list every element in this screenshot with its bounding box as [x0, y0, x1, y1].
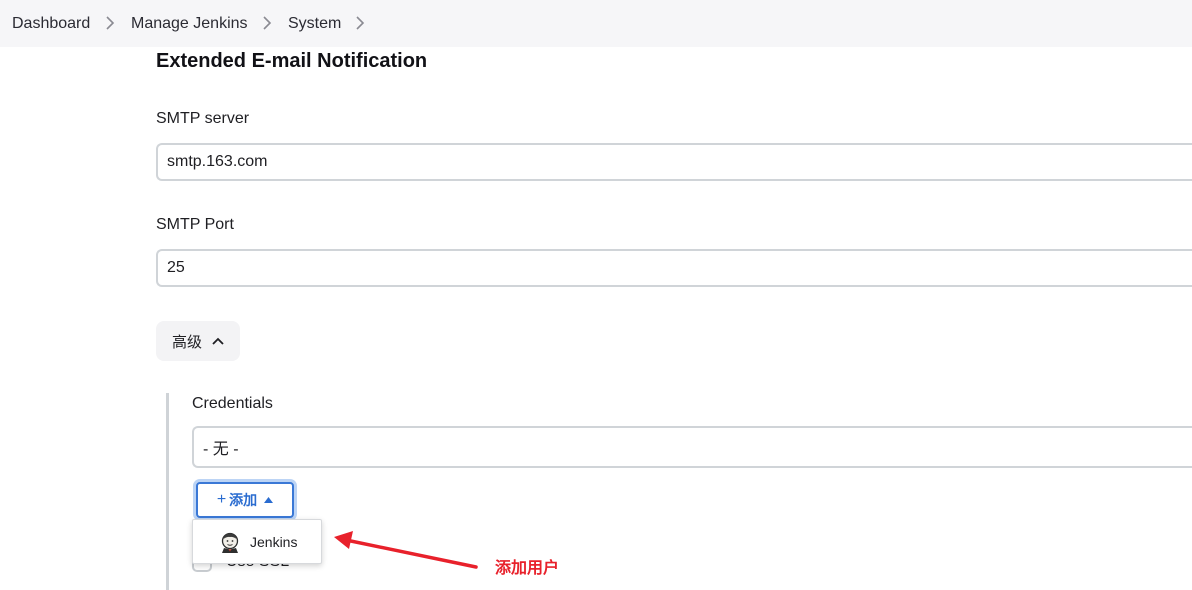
smtp-port-label: SMTP Port — [156, 216, 234, 233]
credentials-select[interactable]: - 无 - — [192, 426, 1192, 468]
credentials-value: - 无 - — [203, 441, 239, 458]
smtp-server-label: SMTP server — [156, 110, 250, 127]
advanced-button[interactable]: 高级 — [156, 321, 240, 361]
smtp-server-input[interactable]: smtp.163.com — [156, 143, 1192, 181]
smtp-port-input[interactable]: 25 — [156, 249, 1192, 287]
add-button-label: 添加 — [229, 492, 258, 508]
breadcrumb-system[interactable]: System — [288, 15, 341, 33]
section-title: Extended E-mail Notification — [156, 50, 428, 72]
caret-up-icon — [264, 497, 274, 503]
jenkins-butler-icon — [221, 532, 239, 553]
chevron-up-icon — [212, 337, 224, 345]
plus-icon: + — [216, 491, 227, 508]
add-credentials-button[interactable]: + 添加 — [196, 482, 294, 518]
smtp-port-value: 25 — [167, 259, 185, 276]
breadcrumb-dashboard[interactable]: Dashboard — [12, 15, 90, 33]
credentials-label: Credentials — [192, 395, 273, 412]
smtp-server-value: smtp.163.com — [167, 153, 268, 170]
annotation-text: 添加用户 — [495, 560, 560, 577]
dropdown-item-jenkins[interactable]: Jenkins — [250, 534, 297, 550]
chevron-right-icon — [263, 16, 272, 30]
add-credentials-dropdown: Jenkins — [192, 519, 322, 564]
chevron-right-icon[interactable] — [350, 13, 370, 33]
annotation-arrow-icon — [334, 531, 478, 569]
advanced-button-label: 高级 — [171, 333, 202, 351]
advanced-section-bar — [166, 393, 169, 590]
breadcrumb: Dashboard Manage Jenkins System — [0, 0, 1192, 47]
chevron-right-icon — [106, 16, 115, 30]
breadcrumb-manage-jenkins[interactable]: Manage Jenkins — [131, 15, 248, 33]
